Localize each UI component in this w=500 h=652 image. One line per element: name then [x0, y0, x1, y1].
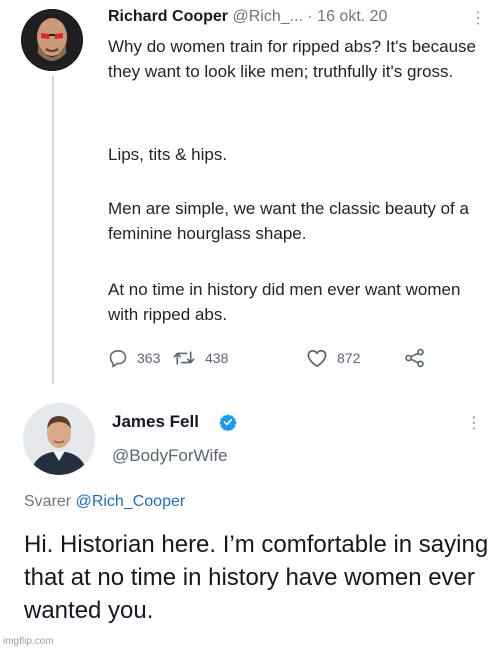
replying-to-label: Svarer [24, 493, 76, 510]
share-icon [405, 348, 424, 368]
reply-count: 363 [137, 350, 161, 366]
thread-connector-line [52, 76, 54, 384]
verified-badge-icon [219, 413, 237, 432]
like-count: 872 [337, 350, 361, 366]
meta-separator: · [302, 8, 318, 25]
tweet-paragraph: Why do women train for ripped abs? It's … [108, 37, 476, 81]
avatar-image [23, 403, 95, 475]
tweet-paragraph: Lips, tits & hips. [108, 145, 228, 164]
retweet-button[interactable]: 438 [172, 345, 228, 371]
tweet-text: Hi. Historian here. I’m comfortable in s… [24, 531, 489, 624]
tweet-james-fell[interactable]: James Fell @BodyForWife ⋮ Svarer @Rich_C… [0, 392, 500, 652]
author-handle[interactable]: @Rich_... [232, 8, 302, 25]
watermark: imgflip.com [3, 636, 54, 647]
retweet-count: 438 [205, 350, 229, 366]
more-options-icon[interactable]: ⋮ [466, 412, 482, 436]
avatar-richard-cooper[interactable] [21, 9, 83, 71]
tweet-paragraph: Men are simple, we want the classic beau… [108, 199, 469, 243]
replying-to-line: Svarer @Rich_Cooper [24, 493, 185, 511]
tweet-date[interactable]: 16 okt. 20 [317, 8, 387, 25]
reply-icon [109, 350, 127, 368]
tweet-richard-cooper[interactable]: Richard Cooper @Rich_... · 16 okt. 20 ⋮ … [0, 0, 500, 392]
author-handle[interactable]: @BodyForWife [112, 446, 228, 466]
avatar-james-fell[interactable] [23, 403, 95, 475]
tweet-header: Richard Cooper @Rich_... · 16 okt. 20 [108, 8, 488, 30]
tweet-action-bar: 363 438 872 [108, 345, 448, 371]
like-icon [307, 349, 327, 368]
reply-mention-link[interactable]: @Rich_Cooper [76, 493, 186, 510]
avatar-image [21, 9, 83, 71]
author-name[interactable]: James Fell [112, 412, 199, 432]
retweet-icon [173, 351, 195, 365]
more-options-icon[interactable]: ⋮ [470, 8, 486, 30]
like-button[interactable]: 872 [306, 345, 360, 371]
reply-button[interactable]: 363 [108, 345, 160, 371]
share-button[interactable] [404, 345, 426, 371]
tweet-paragraph: At no time in history did men ever want … [108, 280, 461, 324]
author-name[interactable]: Richard Cooper [108, 8, 228, 25]
